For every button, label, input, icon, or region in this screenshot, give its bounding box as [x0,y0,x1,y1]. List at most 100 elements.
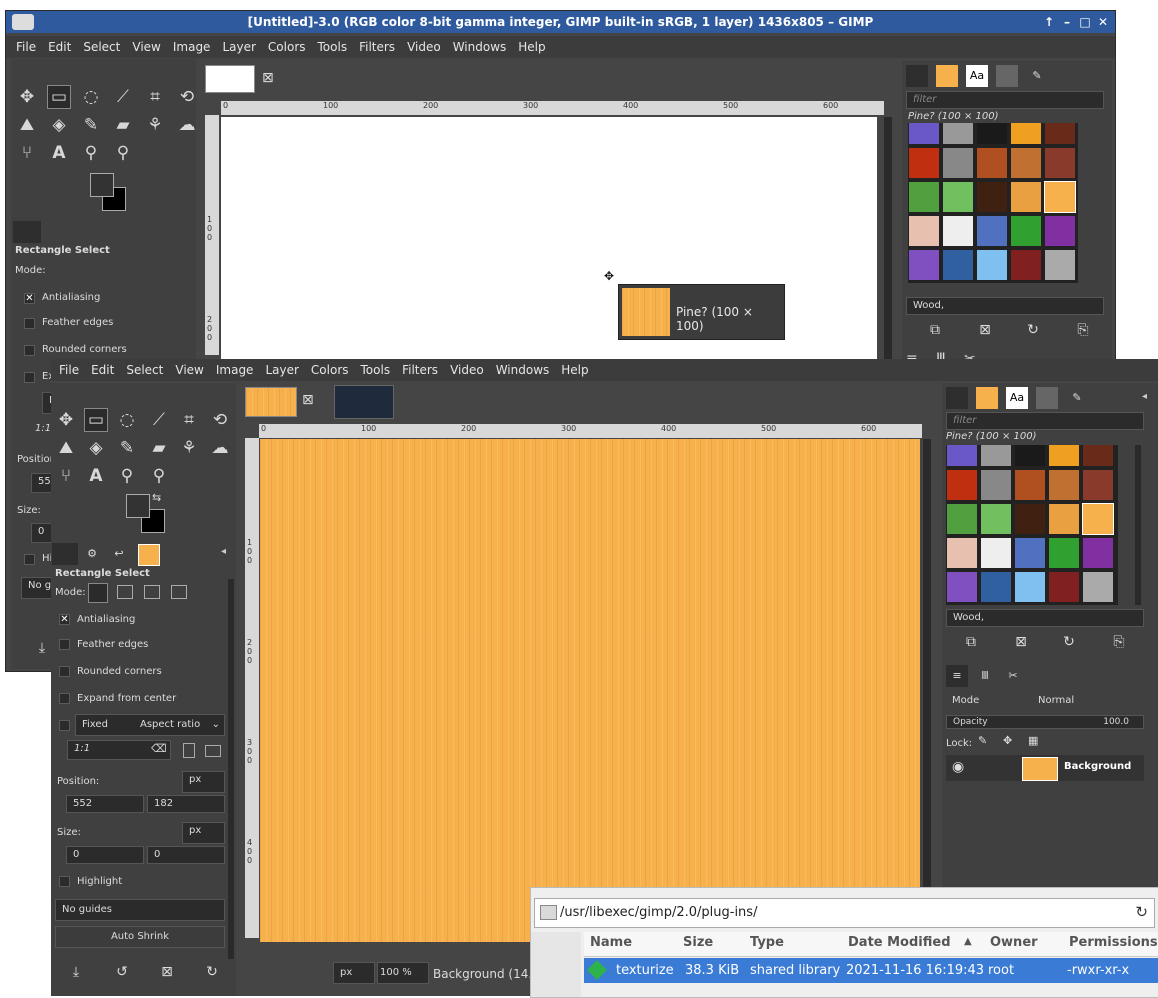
fuzzy-select-icon[interactable]: ⟋ [147,408,171,432]
size-h-input[interactable]: 0 [147,846,225,864]
expand-checkbox[interactable] [24,372,35,383]
menu-select[interactable]: Select [77,36,126,58]
eraser-icon[interactable]: ▰ [111,113,135,137]
pattern-category-select[interactable]: Wood, [906,297,1104,315]
menu-colors[interactable]: Colors [262,36,312,58]
menu-tools[interactable]: Tools [312,36,354,58]
smudge-tool-icon[interactable]: ☁ [175,113,199,137]
tab-tool-options-icon[interactable] [13,221,41,243]
layer-row[interactable]: ◉ Background [946,755,1144,781]
pattern-category-select[interactable]: Wood, [946,609,1144,627]
swap-colors-icon[interactable]: ⇆ [152,491,161,504]
foreground-color-swatch[interactable] [126,494,150,518]
options-scrollbar[interactable] [228,579,234,959]
tab-patterns-icon[interactable] [936,65,958,87]
menu-help[interactable]: Help [512,36,551,58]
pattern-filter-input[interactable]: filter [946,412,1144,430]
menu-video[interactable]: Video [444,359,490,381]
refresh-icon[interactable]: ↻ [1135,903,1148,921]
highlight-partial-checkbox[interactable] [24,554,35,565]
tab-tool-options-icon[interactable] [52,543,78,565]
pattern-delete-icon[interactable]: ⊠ [1010,631,1032,653]
lasso-tool-icon[interactable]: ◌ [79,85,103,109]
col-type[interactable]: Type [750,935,784,950]
channels-tab-icon[interactable]: Ⅲ [974,665,996,687]
mode-replace-icon[interactable] [88,583,108,603]
landscape-icon[interactable] [205,745,221,757]
guides-select[interactable]: No guides [55,899,225,921]
menu-image[interactable]: Image [210,359,260,381]
path-bar[interactable]: /usr/libexec/gimp/2.0/plug-ins/ ↻ [534,898,1155,928]
pattern-refresh-icon[interactable]: ↻ [1022,319,1044,341]
tab-brushes-icon[interactable] [946,387,968,409]
clone-tool-icon[interactable]: ⚘ [143,113,167,137]
position-unit-select[interactable]: px [182,771,225,793]
fixed-select[interactable]: Fixed Aspect ratio ⌄ [75,714,225,736]
highlight-checkbox[interactable] [59,876,70,887]
pattern-scrollbar[interactable] [1135,445,1141,605]
lasso-tool-icon[interactable]: ◌ [115,408,139,432]
paintbrush-icon[interactable]: ✎ [115,436,139,460]
move-tool-icon[interactable]: ✥ [15,85,39,109]
paintbrush-icon[interactable]: ✎ [79,113,103,137]
mode-add-icon[interactable] [117,585,133,599]
warp-tool-icon[interactable]: ⛰ [15,113,39,137]
tab-images-icon[interactable] [138,544,160,566]
color-picker-icon[interactable]: ⚲ [115,464,139,488]
move-tool-icon[interactable]: ✥ [54,408,78,432]
menu-windows[interactable]: Windows [447,36,513,58]
reset-options-icon[interactable]: ↻ [201,961,223,983]
status-unit-select[interactable]: px [333,962,375,984]
layers-tab-icon[interactable]: ≡ [946,665,968,687]
pattern-grid[interactable] [946,445,1118,605]
lock-alpha-icon[interactable]: ▦ [1028,734,1038,747]
col-owner[interactable]: Owner [990,935,1038,950]
position-x-input[interactable]: 552 [66,795,144,813]
feather-edges-checkbox[interactable] [59,639,70,650]
col-permissions[interactable]: Permissions [1069,935,1158,950]
smudge-tool-icon[interactable]: ☁ [208,436,232,460]
pattern-open-icon[interactable]: ⎘ [1072,319,1094,341]
bucket-fill-icon[interactable]: ◈ [47,113,71,137]
menu-edit[interactable]: Edit [42,36,77,58]
save-options-icon[interactable]: ⤓ [31,637,53,659]
fixed-checkbox[interactable] [59,720,70,731]
canvas-wood[interactable] [260,439,920,942]
tab-patterns-icon[interactable] [976,387,998,409]
menu-filters[interactable]: Filters [353,36,401,58]
foreground-color-swatch[interactable] [90,173,114,197]
size-w-input[interactable]: 0 [66,846,144,864]
dock-menu-icon[interactable]: ◂ [221,546,226,557]
col-date[interactable]: Date Modified [848,935,951,950]
canvas-scrollbar[interactable] [923,439,931,942]
tab-paint-dynamics-icon[interactable]: ✎ [1026,65,1048,87]
pattern-delete-icon[interactable]: ⊠ [974,319,996,341]
mode-intersect-icon[interactable] [171,585,187,599]
menu-layer[interactable]: Layer [259,359,304,381]
text-tool-icon[interactable]: A [47,141,71,165]
title-close-button[interactable]: ✕ [1095,11,1111,33]
pattern-edit-icon[interactable]: ⧉ [924,319,946,341]
title-minimize-button[interactable]: – [1059,11,1075,33]
canvas-scrollbar[interactable] [884,117,892,367]
menu-layer[interactable]: Layer [216,36,261,58]
tab-gradients-icon[interactable] [1036,387,1058,409]
paths-tool-icon[interactable]: ⑂ [54,464,78,488]
opacity-slider[interactable]: Opacity 100.0 [946,715,1144,729]
image-tab-white[interactable] [205,65,255,93]
pattern-grid[interactable] [908,123,1078,283]
menu-file[interactable]: File [53,359,85,381]
dock-menu-icon[interactable]: ◂ [1142,391,1147,402]
menu-filters[interactable]: Filters [396,359,444,381]
tab-paint-dynamics-icon[interactable]: ✎ [1066,387,1088,409]
menu-windows[interactable]: Windows [490,359,556,381]
lock-position-icon[interactable]: ✥ [1003,734,1012,747]
close-tab-icon[interactable]: ⊠ [302,392,314,408]
pattern-refresh-icon[interactable]: ↻ [1058,631,1080,653]
antialiasing-checkbox[interactable]: ✕ [24,293,35,304]
window-titlebar[interactable]: [Untitled]-3.0 (RGB color 8-bit gamma in… [6,11,1115,33]
tab-brushes-icon[interactable] [906,65,928,87]
tab-gradients-icon[interactable] [996,65,1018,87]
menu-video[interactable]: Video [401,36,447,58]
rect-select-tool-icon[interactable]: ▭ [47,85,71,109]
